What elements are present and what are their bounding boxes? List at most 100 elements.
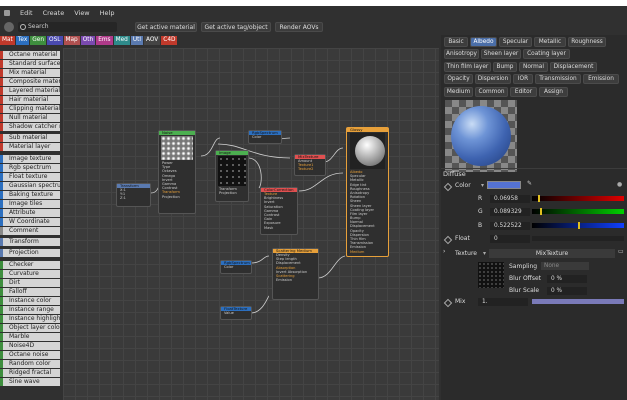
settings-icon[interactable] bbox=[4, 22, 14, 32]
menu-edit[interactable]: Edit bbox=[20, 9, 33, 17]
palette-item[interactable]: Rgb spectrum bbox=[0, 164, 60, 172]
color-expand-icon[interactable]: ▾ bbox=[481, 182, 484, 189]
dropdown-icon[interactable]: ● bbox=[617, 181, 622, 188]
tab-normal[interactable]: Normal bbox=[519, 62, 548, 72]
palette-item[interactable]: W Coordinate bbox=[0, 218, 60, 226]
category-tab-oth[interactable]: Oth bbox=[80, 36, 96, 45]
r-slider-handle[interactable] bbox=[538, 195, 540, 202]
b-slider-handle[interactable] bbox=[578, 222, 580, 229]
tab-medium[interactable]: Medium bbox=[444, 87, 473, 97]
palette-item[interactable]: Octane material bbox=[0, 51, 60, 59]
tab-metallic[interactable]: Metallic bbox=[534, 37, 566, 47]
sampling-select[interactable]: None bbox=[541, 262, 589, 270]
palette-item[interactable]: Hair material bbox=[0, 96, 60, 104]
node-port[interactable]: Projection bbox=[159, 195, 195, 199]
palette-item[interactable]: Image tiles bbox=[0, 200, 60, 208]
r-slider[interactable] bbox=[532, 196, 624, 201]
menu-view[interactable]: View bbox=[74, 9, 89, 17]
palette-item[interactable]: Clipping material bbox=[0, 105, 60, 113]
folder-icon[interactable]: ▭ bbox=[618, 248, 624, 255]
g-slider[interactable] bbox=[532, 209, 624, 214]
mix-texture-node[interactable]: MixTexture Amount Texture1 Texture2 bbox=[294, 154, 326, 176]
get-active-material-button[interactable]: Get active material bbox=[135, 22, 197, 32]
texture-menu-icon[interactable]: ▾ bbox=[483, 250, 486, 257]
tab-basic[interactable]: Basic bbox=[444, 37, 468, 47]
category-tab-tex[interactable]: Tex bbox=[15, 36, 30, 45]
category-tab-c4d[interactable]: C4D bbox=[161, 36, 178, 45]
b-value-field[interactable]: 0.522522 bbox=[490, 222, 530, 230]
float-slider[interactable] bbox=[532, 236, 624, 241]
tab-assign[interactable]: Assign bbox=[539, 87, 568, 97]
node-editor-canvas[interactable]: Noise Power Type Octaves Omega Invert Ga… bbox=[63, 48, 439, 400]
g-slider-handle[interactable] bbox=[540, 208, 542, 215]
palette-item[interactable]: Shadow catcher m bbox=[0, 123, 60, 131]
g-value-field[interactable]: 0.089329 bbox=[490, 208, 530, 216]
rgb-spectrum-node-2[interactable]: RgbSpectrum Color bbox=[220, 260, 252, 274]
tab-opacity[interactable]: Opacity bbox=[444, 74, 473, 84]
tab-anisotropy[interactable]: Anisotropy bbox=[444, 49, 479, 59]
palette-item[interactable]: Baking texture bbox=[0, 191, 60, 199]
category-tab-gen[interactable]: Gen bbox=[30, 36, 47, 45]
eyedropper-icon[interactable]: ✎ bbox=[527, 180, 532, 187]
render-aovs-button[interactable]: Render AOVs bbox=[275, 22, 323, 32]
node-port[interactable]: Medium bbox=[347, 250, 388, 254]
palette-item[interactable]: Noise4D bbox=[0, 342, 60, 350]
keyframe-icon[interactable] bbox=[443, 182, 453, 192]
texture-expand-icon[interactable]: › bbox=[443, 248, 445, 255]
node-port[interactable]: Texture2 bbox=[295, 167, 325, 171]
palette-item[interactable]: Mix material bbox=[0, 69, 60, 77]
category-tab-map[interactable]: Map bbox=[63, 36, 80, 45]
palette-item[interactable]: Composite materi bbox=[0, 78, 60, 86]
node-port[interactable]: Color bbox=[249, 135, 281, 139]
float-value-field[interactable]: 0 bbox=[490, 235, 530, 243]
tab-sheen-layer[interactable]: Sheen layer bbox=[481, 49, 521, 59]
tab-editor[interactable]: Editor bbox=[510, 87, 537, 97]
image-node[interactable]: Image Transform Projection bbox=[215, 150, 249, 202]
palette-item[interactable]: Transform bbox=[0, 238, 60, 246]
palette-item[interactable]: Object layer color bbox=[0, 324, 60, 332]
menu-create[interactable]: Create bbox=[43, 9, 65, 17]
noise-node[interactable]: Noise Power Type Octaves Omega Invert Ga… bbox=[158, 130, 196, 214]
blur-scale-field[interactable]: 0 % bbox=[547, 287, 587, 295]
tab-transmission[interactable]: Transmission bbox=[535, 74, 581, 84]
palette-item[interactable]: Marble bbox=[0, 333, 60, 341]
node-port[interactable]: Z:1 bbox=[117, 196, 150, 200]
palette-item[interactable]: Instance color bbox=[0, 297, 60, 305]
float-texture-node[interactable]: FloatTexture Value bbox=[220, 306, 252, 320]
mix-slider[interactable] bbox=[532, 299, 624, 304]
search-input[interactable]: Search bbox=[18, 22, 117, 32]
node-port[interactable]: Projection bbox=[216, 191, 248, 195]
palette-item[interactable]: Attribute bbox=[0, 209, 60, 217]
color-correction-node[interactable]: ColorCorrection Texture Brightness Inver… bbox=[260, 187, 298, 235]
palette-item[interactable]: Layered material bbox=[0, 87, 60, 95]
palette-item[interactable]: Sub material bbox=[0, 134, 60, 142]
tab-emission[interactable]: Emission bbox=[583, 74, 619, 84]
texture-link-field[interactable]: MixTexture bbox=[489, 249, 615, 258]
category-tab-med[interactable]: Med bbox=[113, 36, 130, 45]
node-port[interactable]: Color bbox=[221, 265, 251, 269]
category-tab-aov[interactable]: AOV bbox=[143, 36, 161, 45]
category-tab-ems[interactable]: Ems bbox=[96, 36, 113, 45]
palette-item[interactable]: Random color bbox=[0, 360, 60, 368]
tab-specular[interactable]: Specular bbox=[499, 37, 532, 47]
rgb-spectrum-node[interactable]: RgbSpectrum Color bbox=[248, 130, 282, 144]
palette-item[interactable]: Null material bbox=[0, 114, 60, 122]
tab-displacement[interactable]: Displacement bbox=[550, 62, 597, 72]
get-active-tag-object-button[interactable]: Get active tag/object bbox=[201, 22, 271, 32]
category-tab-utl[interactable]: Utl bbox=[130, 36, 143, 45]
tab-ior[interactable]: IOR bbox=[513, 74, 533, 84]
palette-item[interactable]: Image texture bbox=[0, 155, 60, 163]
palette-item[interactable]: Standard surface bbox=[0, 60, 60, 68]
palette-item[interactable]: Checker bbox=[0, 261, 60, 269]
palette-item[interactable]: Instance highlight bbox=[0, 315, 60, 323]
tab-thin-film-layer[interactable]: Thin film layer bbox=[444, 62, 491, 72]
palette-item[interactable]: Comment bbox=[0, 227, 60, 235]
palette-item[interactable]: Float texture bbox=[0, 173, 60, 181]
glossy-material-node[interactable]: Glossy Albedo Specular Metallic Edge tin… bbox=[346, 127, 389, 257]
palette-item[interactable]: Falloff bbox=[0, 288, 60, 296]
tab-roughness[interactable]: Roughness bbox=[568, 37, 606, 47]
palette-item[interactable]: Projection bbox=[0, 249, 60, 257]
mix-value-field[interactable]: 1. bbox=[478, 298, 528, 306]
node-port[interactable]: Value bbox=[221, 311, 251, 315]
palette-item[interactable]: Ridged fractal bbox=[0, 369, 60, 377]
